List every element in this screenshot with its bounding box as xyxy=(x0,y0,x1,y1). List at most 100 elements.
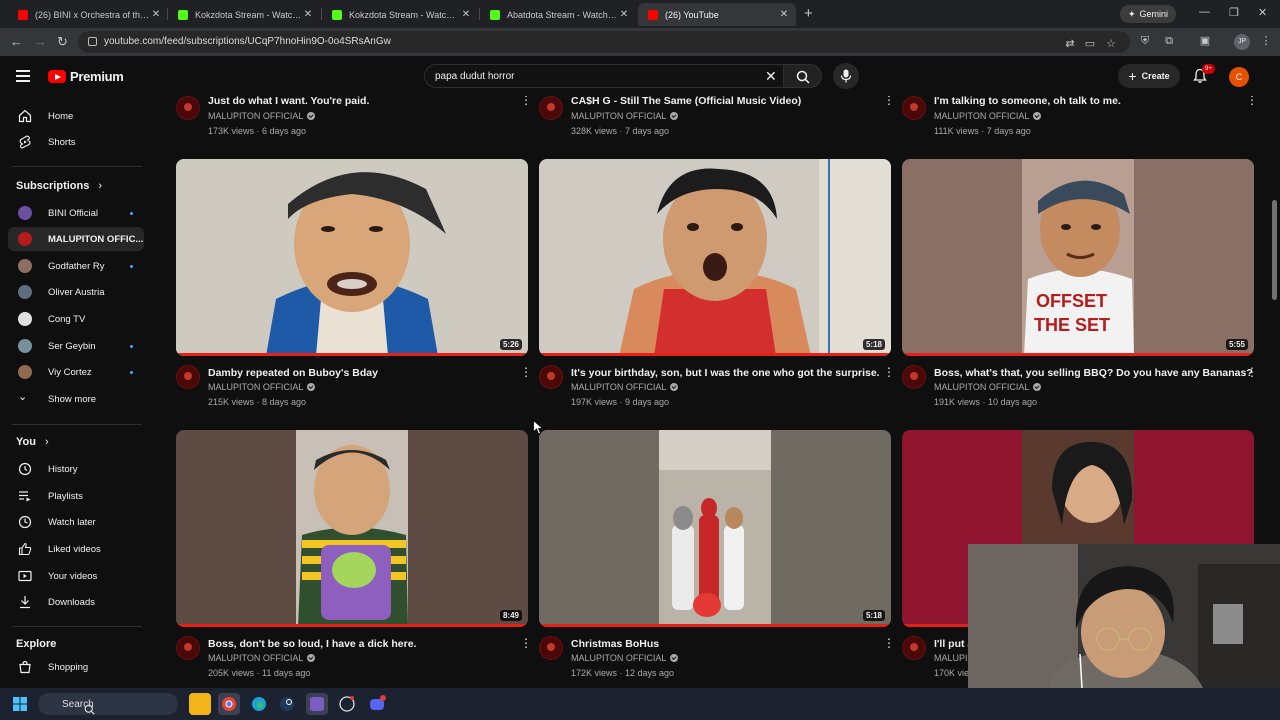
profile-avatar[interactable]: JP xyxy=(1234,34,1250,50)
more-options-icon[interactable]: ⋮ xyxy=(883,366,895,378)
more-options-icon[interactable]: ⋮ xyxy=(1246,366,1258,378)
video-card[interactable]: 5:18 Christmas BoHus MALUPITON OFFICIAL … xyxy=(539,430,895,688)
chrome-menu-icon[interactable]: ⋮ xyxy=(1260,35,1272,47)
spotify-icon[interactable] xyxy=(336,693,358,715)
close-window-icon[interactable]: ✕ xyxy=(1258,6,1267,19)
channel-name[interactable]: MALUPITON OFFICIAL xyxy=(934,382,1029,392)
you-heading[interactable]: You › xyxy=(16,436,49,448)
steam-icon[interactable] xyxy=(276,693,298,715)
close-tab-icon[interactable]: ✕ xyxy=(778,9,790,20)
sidebar-item-home[interactable]: Home xyxy=(8,104,144,128)
channel-name[interactable]: MALUPITON OFFICIAL xyxy=(208,653,303,663)
hamburger-menu-icon[interactable] xyxy=(16,70,30,82)
video-title[interactable]: Boss, don't be so loud, I have a dick he… xyxy=(208,638,416,650)
translate-icon[interactable]: ⇄ xyxy=(1064,38,1076,50)
channel-avatar[interactable] xyxy=(176,96,200,120)
taskbar-search[interactable]: Search xyxy=(38,693,178,715)
video-thumbnail[interactable]: 5:18 xyxy=(539,430,891,627)
video-card[interactable]: 8:49 Boss, don't be so loud, I have a di… xyxy=(176,430,532,688)
gemini-button[interactable]: ✦ Gemini xyxy=(1120,5,1177,23)
close-tab-icon[interactable]: ✕ xyxy=(302,9,314,20)
video-channel[interactable]: MALUPITON OFFICIAL xyxy=(208,111,316,121)
channel-avatar[interactable] xyxy=(539,636,563,660)
video-channel[interactable]: MALUPITON OFFICIAL xyxy=(208,382,316,392)
video-thumbnail[interactable]: 8:49 xyxy=(176,430,528,627)
search-input[interactable]: papa dudut horror ✕ xyxy=(424,64,784,88)
sidebar-item-downloads[interactable]: Downloads xyxy=(8,590,144,614)
channel-avatar[interactable] xyxy=(539,365,563,389)
more-options-icon[interactable]: ⋮ xyxy=(883,96,895,106)
channel-avatar[interactable] xyxy=(176,365,200,389)
more-options-icon[interactable]: ⋮ xyxy=(520,366,532,378)
more-options-icon[interactable]: ⋮ xyxy=(520,96,532,106)
sidebar-item-shorts[interactable]: Shorts xyxy=(8,130,144,154)
channel-avatar[interactable] xyxy=(539,96,563,120)
video-channel[interactable]: MALUPITON OFFICIAL xyxy=(571,653,679,663)
video-title[interactable]: It's your birthday, son, but I was the o… xyxy=(571,367,880,379)
windows-start-icon[interactable] xyxy=(13,697,27,711)
url-text[interactable]: youtube.com/feed/subscriptions/UCqP7hnoH… xyxy=(104,36,391,47)
voice-search-button[interactable] xyxy=(833,63,859,89)
account-avatar[interactable]: C xyxy=(1229,67,1249,87)
reload-icon[interactable]: ↻ xyxy=(57,34,68,50)
clear-search-icon[interactable]: ✕ xyxy=(765,68,777,85)
video-title[interactable]: Christmas BoHus xyxy=(571,638,659,650)
channel-avatar[interactable] xyxy=(902,96,926,120)
browser-tab-4[interactable]: Abatdota Stream - Watch Live on ✕ xyxy=(480,3,636,26)
search-query[interactable]: papa dudut horror xyxy=(435,71,515,82)
subscriptions-heading[interactable]: Subscriptions › xyxy=(16,180,102,192)
video-card[interactable]: 5:18 It's your birthday, son, but I was … xyxy=(539,159,895,414)
sidebar-item-liked-videos[interactable]: Liked videos xyxy=(8,537,144,561)
sidebar-show-more[interactable]: ⌄ Show more xyxy=(8,387,144,411)
file-explorer-icon[interactable] xyxy=(189,693,211,715)
channel-name[interactable]: MALUPITON OFFICIAL xyxy=(934,111,1029,121)
sidebar-item-playlists[interactable]: Playlists xyxy=(8,484,144,508)
discord-icon[interactable] xyxy=(366,693,388,715)
restore-icon[interactable]: ❐ xyxy=(1229,6,1239,19)
sidebar-item-your-videos[interactable]: Your videos xyxy=(8,564,144,588)
browser-tab-3[interactable]: Kokzdota Stream - Watch Live on ✕ xyxy=(322,3,478,26)
sidebar-item-cong-tv[interactable]: Cong TV xyxy=(8,307,144,331)
browser-tab-1[interactable]: (26) BINI x Orchestra of the Filip ✕ xyxy=(8,3,168,26)
video-channel[interactable]: MALUPITON OFFICIAL xyxy=(208,653,316,663)
channel-name[interactable]: MALUPI xyxy=(934,653,968,663)
channel-name[interactable]: MALUPITON OFFICIAL xyxy=(571,382,666,392)
video-card[interactable]: CA$H G - Still The Same (Official Music … xyxy=(539,96,895,146)
youtube-logo-icon[interactable] xyxy=(48,70,66,83)
close-tab-icon[interactable]: ✕ xyxy=(618,9,630,20)
video-card[interactable]: Just do what I want. You're paid. MALUPI… xyxy=(176,96,532,146)
side-panel-icon[interactable]: ▣ xyxy=(1199,35,1211,47)
video-channel[interactable]: MALUPITON OFFICIAL xyxy=(571,111,679,121)
more-options-icon[interactable]: ⋮ xyxy=(1246,96,1258,106)
video-channel[interactable]: MALUPITON OFFICIAL xyxy=(934,111,1042,121)
close-tab-icon[interactable]: ✕ xyxy=(460,9,472,20)
sidebar-item-viy-cortez[interactable]: Viy Cortez xyxy=(8,360,144,384)
extensions-puzzle-icon[interactable]: ⧉ xyxy=(1163,35,1175,47)
video-channel[interactable]: MALUPITON OFFICIAL xyxy=(571,382,679,392)
video-title[interactable]: Boss, what's that, you selling BBQ? Do y… xyxy=(934,367,1253,379)
channel-name[interactable]: MALUPITON OFFICIAL xyxy=(208,111,303,121)
sidebar-item-ser-geybin[interactable]: Ser Geybin xyxy=(8,334,144,358)
video-title[interactable]: Just do what I want. You're paid. xyxy=(208,96,369,107)
video-channel[interactable]: MALUPITON OFFICIAL xyxy=(934,382,1042,392)
more-options-icon[interactable]: ⋮ xyxy=(883,637,895,649)
sidebar-item-bini-official[interactable]: BINI Official xyxy=(8,201,144,225)
edge-icon[interactable] xyxy=(248,693,270,715)
minimize-icon[interactable]: — xyxy=(1199,6,1210,18)
video-card[interactable]: 5:26 Damby repeated on Buboy's Bday MALU… xyxy=(176,159,532,414)
channel-name[interactable]: MALUPITON OFFICIAL xyxy=(208,382,303,392)
scrollbar-thumb[interactable] xyxy=(1272,200,1277,300)
video-title[interactable]: CA$H G - Still The Same (Official Music … xyxy=(571,96,801,107)
address-bar[interactable]: youtube.com/feed/subscriptions/UCqP7hnoH… xyxy=(78,31,1130,53)
video-thumbnail[interactable]: 5:26 xyxy=(176,159,528,356)
chrome-icon[interactable] xyxy=(218,693,240,715)
close-tab-icon[interactable]: ✕ xyxy=(150,9,162,20)
browser-tab-youtube[interactable]: (26) YouTube ✕ xyxy=(638,3,796,26)
channel-avatar[interactable] xyxy=(176,636,200,660)
shield-extension-icon[interactable]: ⛨ xyxy=(1139,35,1151,47)
sidebar-item-godfather-ry[interactable]: Godfather Ry xyxy=(8,254,144,278)
sidebar-item-watch-later[interactable]: Watch later xyxy=(8,510,144,534)
channel-name[interactable]: MALUPITON OFFICIAL xyxy=(571,111,666,121)
more-options-icon[interactable]: ⋮ xyxy=(520,637,532,649)
cast-icon[interactable]: ▭ xyxy=(1084,38,1096,50)
